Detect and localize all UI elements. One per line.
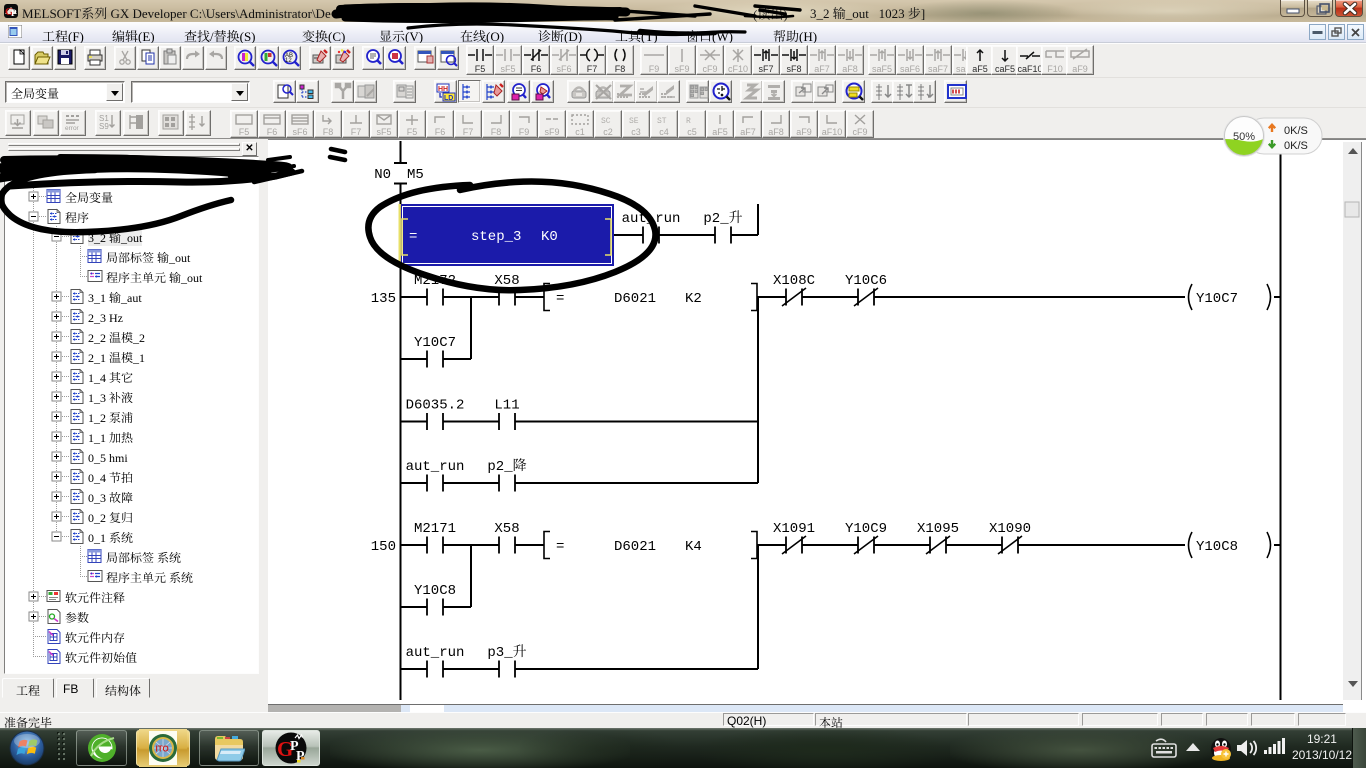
svg-text:X1091: X1091 [773, 521, 815, 537]
svg-text:p2_升: p2_升 [703, 210, 742, 227]
svg-text:Y10C7: Y10C7 [1196, 291, 1238, 307]
svg-text:Y10C7: Y10C7 [414, 335, 456, 351]
svg-text:X1090: X1090 [989, 521, 1031, 537]
svg-text:0K/S: 0K/S [1284, 125, 1308, 137]
svg-text:LD: LD [444, 95, 453, 102]
svg-text:N0: N0 [374, 167, 391, 183]
svg-text:L11: L11 [494, 398, 519, 414]
svg-text:K4: K4 [685, 539, 702, 555]
svg-text:SC: SC [601, 117, 611, 126]
svg-text:HH: HH [438, 86, 448, 93]
svg-text:ITO: ITO [156, 745, 169, 754]
svg-text:p3_升: p3_升 [487, 644, 526, 661]
svg-text:X1095: X1095 [917, 521, 959, 537]
svg-text:135: 135 [371, 291, 396, 307]
svg-text:Y10C8: Y10C8 [414, 583, 456, 599]
svg-text:R: R [686, 117, 691, 126]
svg-text:X58: X58 [494, 521, 519, 537]
svg-text:M2171: M2171 [414, 521, 456, 537]
svg-text:50%: 50% [1233, 131, 1255, 143]
svg-text:aut_run: aut_run [622, 211, 681, 227]
svg-text:Y10C6: Y10C6 [845, 273, 887, 289]
svg-text:=: = [556, 539, 564, 555]
svg-text:p2_降: p2_降 [487, 458, 526, 475]
svg-text:=: = [556, 291, 564, 307]
svg-text:=: = [409, 229, 417, 245]
svg-text:S9: S9 [99, 122, 109, 131]
svg-text:D6021: D6021 [614, 539, 656, 555]
svg-text:aut_run: aut_run [406, 645, 465, 661]
svg-text:aut_run: aut_run [406, 459, 465, 475]
svg-text:Y10C8: Y10C8 [1196, 539, 1238, 555]
svg-text:ST: ST [657, 117, 667, 126]
svg-text:P: P [11, 8, 17, 18]
svg-text:X58: X58 [494, 273, 519, 289]
svg-text:K0: K0 [541, 229, 558, 245]
svg-text:0K/S: 0K/S [1284, 140, 1308, 152]
svg-text:X108C: X108C [773, 273, 815, 289]
svg-text:M2172: M2172 [414, 273, 456, 289]
svg-text:step_3: step_3 [471, 229, 521, 245]
svg-text:SE: SE [629, 117, 639, 126]
svg-text:M5: M5 [407, 167, 424, 183]
svg-text:150: 150 [371, 539, 396, 555]
svg-text:error: error [65, 125, 80, 132]
svg-text:Y10C9: Y10C9 [845, 521, 887, 537]
svg-text:D6021: D6021 [614, 291, 656, 307]
svg-text:12: 12 [285, 58, 292, 64]
svg-text:D6035.2: D6035.2 [406, 398, 465, 414]
svg-text:K2: K2 [685, 291, 702, 307]
